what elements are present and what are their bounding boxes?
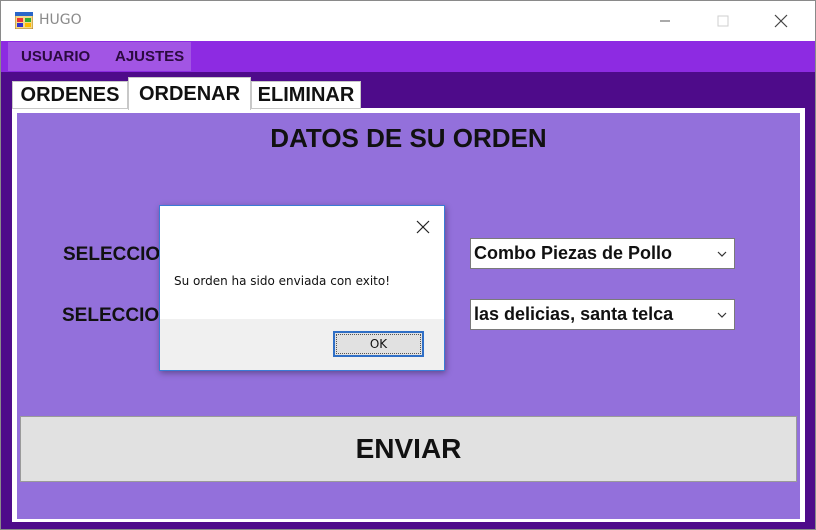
- dialog-message: Su orden ha sido enviada con exito!: [174, 274, 391, 288]
- ok-button[interactable]: OK: [333, 331, 424, 357]
- app-window: HUGO USUARIO AJUSTES ORDENES ELIMINAR OR…: [0, 0, 816, 530]
- chevron-down-icon: [717, 312, 727, 318]
- windows-form-icon: [15, 12, 33, 29]
- product-combobox[interactable]: Combo Piezas de Pollo: [470, 238, 735, 269]
- window-title: HUGO: [39, 12, 82, 28]
- maximize-button[interactable]: [695, 1, 751, 41]
- tab-ordenes[interactable]: ORDENES: [12, 81, 128, 109]
- maximize-icon: [717, 15, 729, 27]
- minimize-icon: [660, 20, 670, 22]
- tab-ordenar[interactable]: ORDENAR: [128, 77, 251, 110]
- dialog-close-button[interactable]: [408, 214, 438, 240]
- location-combobox-value: las delicias, santa telca: [474, 304, 674, 324]
- menu-bar: USUARIO AJUSTES: [1, 41, 815, 72]
- page-title: DATOS DE SU ORDEN: [270, 123, 547, 153]
- menu-item-ajustes[interactable]: AJUSTES: [115, 48, 184, 65]
- close-icon: [774, 14, 788, 28]
- menu-item-usuario[interactable]: USUARIO: [21, 48, 90, 65]
- dialog-footer: OK: [160, 319, 444, 370]
- close-button[interactable]: [753, 1, 809, 41]
- minimize-button[interactable]: [637, 1, 693, 41]
- message-dialog: Su orden ha sido enviada con exito! OK: [159, 205, 445, 371]
- product-combobox-value: Combo Piezas de Pollo: [474, 243, 673, 263]
- tab-eliminar[interactable]: ELIMINAR: [251, 81, 361, 109]
- chevron-down-icon: [717, 251, 727, 257]
- location-combobox[interactable]: las delicias, santa telca: [470, 299, 735, 330]
- menu-group: USUARIO AJUSTES: [8, 42, 191, 71]
- close-icon: [416, 220, 430, 234]
- enviar-button[interactable]: ENVIAR: [20, 416, 797, 482]
- title-bar[interactable]: HUGO: [1, 1, 815, 41]
